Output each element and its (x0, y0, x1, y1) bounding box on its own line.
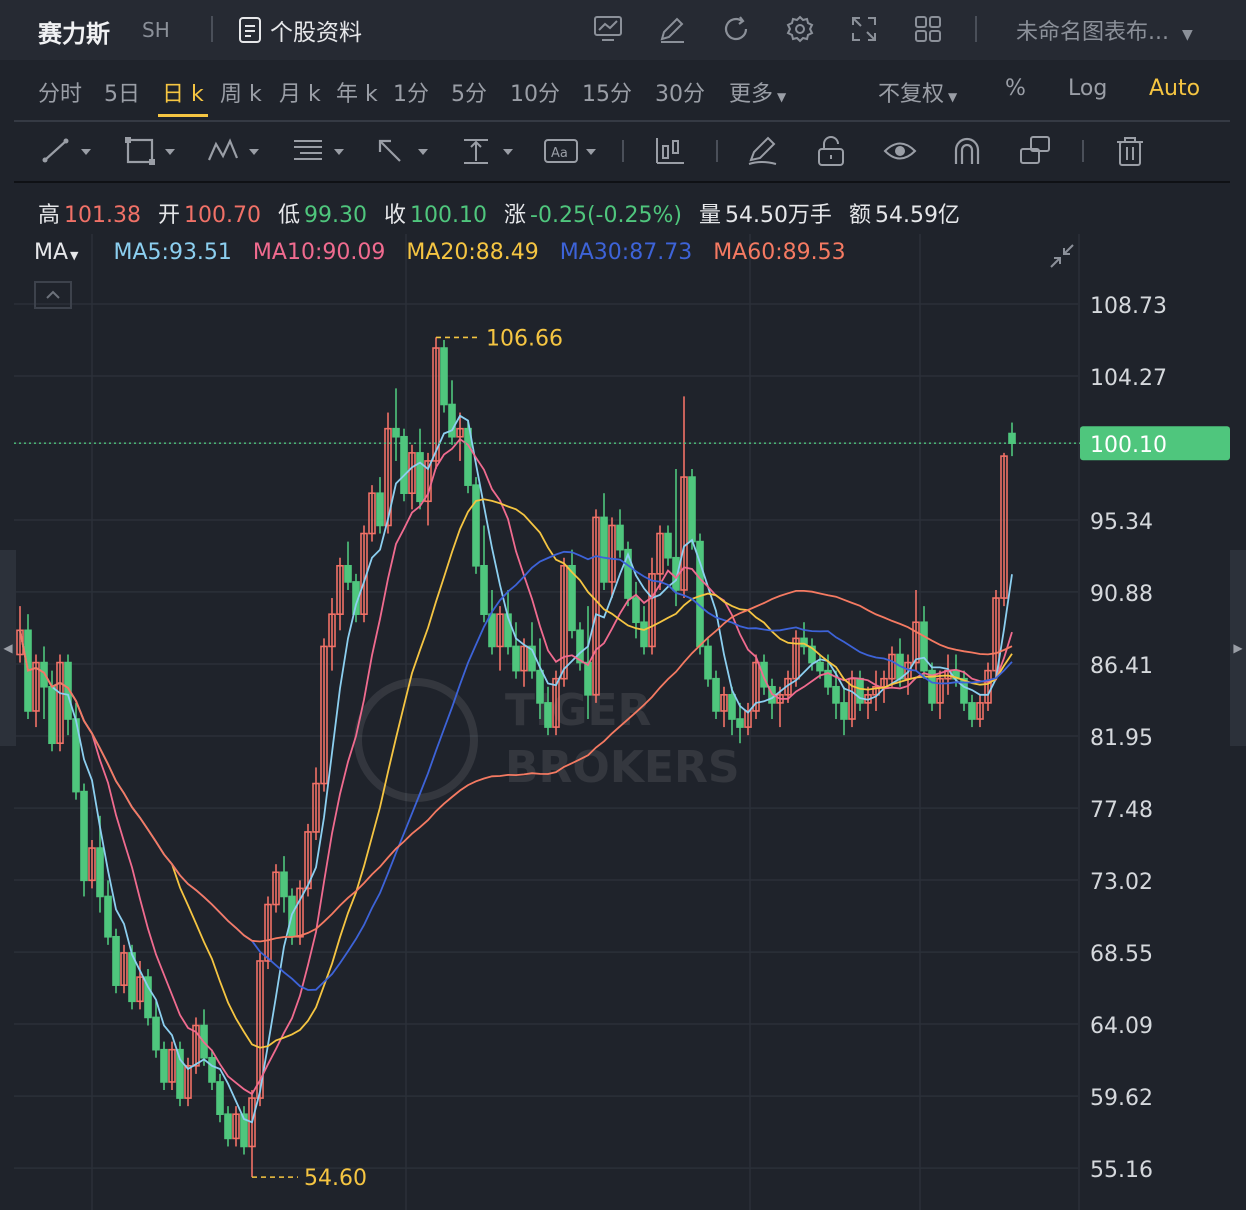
candle-down (96, 847, 104, 898)
candle-down (376, 492, 384, 527)
candle-down (584, 661, 592, 696)
ma-select[interactable]: MA ▼ (34, 240, 93, 265)
candle-down (112, 935, 120, 986)
collapse-button[interactable] (34, 281, 72, 309)
collapse-arrows-icon (1050, 244, 1074, 268)
candle-down (392, 427, 400, 438)
candle-down (104, 895, 112, 938)
candle-down (280, 871, 288, 898)
watermark-text-1: TIGER (505, 685, 651, 736)
y-tick-label: 81.95 (1090, 726, 1153, 751)
candle-down (712, 677, 720, 712)
ma30-value: MA30:87.73 (559, 240, 693, 265)
ma60-value: MA60:89.53 (713, 240, 846, 265)
candle-down (576, 629, 584, 664)
candle-down (208, 1056, 216, 1083)
y-tick-label: 77.48 (1090, 798, 1153, 823)
candle-down (536, 669, 544, 704)
high-marker-label: 106.66 (486, 326, 563, 351)
candle-down (80, 790, 88, 882)
candle-down (472, 484, 480, 567)
chevron-up-icon (46, 290, 60, 299)
candle-down (480, 564, 488, 615)
candle-down (600, 516, 608, 583)
y-tick-label: 86.41 (1090, 654, 1153, 679)
scroll-right-button[interactable]: ▶ (1230, 550, 1246, 746)
candle-down (1008, 432, 1016, 445)
shrink-button[interactable] (1046, 240, 1078, 272)
kline-chart[interactable]: TIGER BROKERS 108.73 104.27 95.34 90.88 86.4… (0, 0, 1246, 1210)
candle-down (160, 1048, 168, 1083)
y-tick-label: 68.55 (1090, 942, 1153, 967)
y-tick-label: 108.73 (1090, 294, 1167, 319)
candle-down (920, 621, 928, 672)
candle-down (544, 702, 552, 728)
candle-down (224, 1113, 232, 1140)
ma-select-label: MA (34, 240, 69, 265)
candle-down (640, 621, 648, 648)
candle-down (344, 564, 352, 583)
candle-down (968, 702, 976, 720)
candle-down (400, 435, 408, 495)
chevron-right-icon: ▶ (1233, 641, 1243, 655)
y-tick-label: 90.88 (1090, 582, 1153, 607)
y-tick-label: 104.27 (1090, 366, 1167, 391)
candle-down (152, 1016, 160, 1051)
candle-down (736, 718, 744, 728)
ma5-value: MA5:93.51 (113, 240, 232, 265)
watermark-text-2: BROKERS (505, 742, 740, 793)
low-marker-label: 54.60 (304, 1166, 367, 1191)
ma-legend: MA ▼ MA5:93.51 MA10:90.09 MA20:88.49 MA30… (34, 240, 860, 265)
candle-down (616, 524, 624, 551)
y-tick-label: 95.34 (1090, 510, 1153, 535)
chevron-left-icon: ◀ (3, 641, 13, 655)
y-tick-label: 55.16 (1090, 1158, 1153, 1183)
candle-down (728, 694, 736, 720)
candle-down (464, 427, 472, 486)
candle-down (688, 476, 696, 543)
last-price-label: 100.10 (1090, 433, 1167, 458)
y-tick-label: 73.02 (1090, 870, 1153, 895)
candle-down (488, 613, 496, 648)
candle-down (816, 661, 824, 672)
candle-down (416, 452, 424, 503)
y-tick-label: 59.62 (1090, 1086, 1153, 1111)
candle-down (632, 597, 640, 624)
candle-down (216, 1081, 224, 1116)
candle-down (704, 645, 712, 680)
candle-down (840, 702, 848, 720)
scroll-left-button[interactable]: ◀ (0, 550, 16, 746)
candle-down (48, 685, 56, 745)
chevron-down-icon: ▼ (70, 249, 79, 262)
y-tick-label: 64.09 (1090, 1014, 1153, 1039)
ma10-value: MA10:90.09 (252, 240, 386, 265)
candle-down (440, 347, 448, 406)
ma20-value: MA20:88.49 (406, 240, 539, 265)
candle-down (832, 685, 840, 704)
candle-down (664, 532, 672, 559)
candle-down (512, 645, 520, 672)
